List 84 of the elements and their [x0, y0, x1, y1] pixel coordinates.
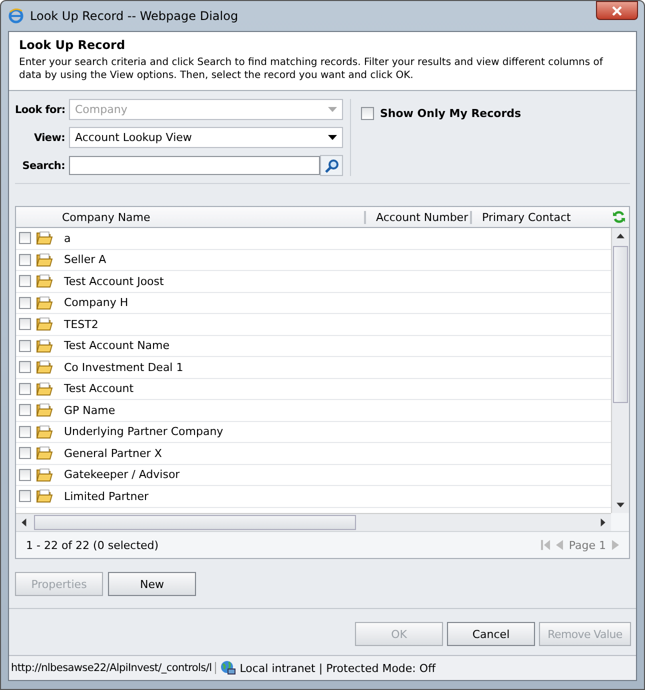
company-name-cell: Company H	[64, 296, 128, 310]
folder-icon	[36, 252, 53, 267]
folder-icon	[36, 274, 53, 288]
previous-page-icon[interactable]	[556, 540, 563, 550]
column-header[interactable]: Account Number	[366, 210, 472, 224]
window-title: Look Up Record -- Webpage Dialog	[30, 9, 238, 23]
globe-icon	[220, 660, 236, 676]
search-button[interactable]	[320, 155, 343, 176]
row-checkbox[interactable]	[19, 382, 31, 395]
close-button[interactable]	[596, 1, 638, 20]
company-name-cell: GP Name	[64, 404, 116, 417]
company-name-cell: Limited Partner	[64, 490, 148, 503]
row-checkbox[interactable]	[19, 275, 31, 288]
page-indicator: Page 1	[568, 538, 606, 552]
company-name-cell: General Partner X	[64, 446, 162, 460]
company-name-cell: Test Account	[64, 382, 134, 396]
record-row[interactable]: General Partner X	[16, 443, 611, 464]
row-checkbox[interactable]	[19, 254, 31, 266]
company-name-cell: Test Account Joost	[64, 274, 164, 288]
row-checkbox[interactable]	[19, 318, 31, 330]
record-row[interactable]: Company H	[16, 292, 611, 314]
folder-icon	[36, 446, 53, 460]
company-name-cell: Test Account Name	[64, 339, 170, 352]
folder-icon	[36, 360, 53, 374]
browser-icon	[8, 8, 24, 24]
record-row[interactable]: Limited Partner	[16, 486, 611, 508]
company-name-cell: Co Investment Deal 1	[64, 360, 184, 374]
row-checkbox[interactable]	[19, 447, 31, 460]
row-checkbox[interactable]	[19, 340, 31, 352]
view-dropdown[interactable]: Account Lookup View	[69, 127, 343, 148]
record-count: 1 - 22 of 22 (0 selected)	[26, 538, 159, 552]
show-only-my-records-label: Show Only My Records	[380, 107, 522, 120]
record-row[interactable]: Test Account	[16, 378, 611, 400]
row-checkbox[interactable]	[19, 361, 31, 374]
first-page-icon[interactable]	[540, 540, 550, 550]
company-name-cell: Gatekeeper / Advisor	[64, 468, 180, 482]
folder-icon	[36, 468, 53, 482]
horizontal-scrollbar[interactable]	[16, 513, 611, 531]
folder-icon	[36, 382, 53, 396]
dialog-button[interactable]: Cancel	[447, 622, 535, 646]
next-page-icon[interactable]	[612, 540, 619, 550]
checkbox[interactable]	[361, 107, 374, 120]
view-label: View:	[32, 132, 65, 144]
folder-icon	[36, 489, 53, 504]
folder-icon	[36, 296, 53, 310]
status-url: http://nlbesawse22/AlpiInvest/_controls/l	[11, 662, 216, 674]
company-name-cell: a	[64, 232, 71, 245]
record-row[interactable]: a	[16, 228, 611, 250]
company-name-cell: Seller A	[64, 253, 106, 266]
look-for-label: Look for:	[15, 104, 65, 116]
refresh-icon[interactable]	[612, 210, 626, 224]
row-checkbox[interactable]	[19, 426, 31, 438]
caret-icon	[328, 107, 337, 112]
row-checkbox[interactable]	[19, 296, 31, 309]
record-row[interactable]: Gatekeeper / Advisor	[16, 464, 611, 486]
search-field[interactable]	[69, 156, 320, 175]
record-row[interactable]: GP Name	[16, 400, 611, 422]
action-button[interactable]: New	[108, 572, 196, 596]
row-checkbox[interactable]	[19, 468, 31, 481]
record-row[interactable]: TEST2	[16, 314, 611, 336]
folder-icon	[36, 338, 53, 353]
dialog-title: Look Up Record	[19, 38, 126, 52]
close-icon[interactable]	[612, 6, 622, 16]
caret-icon	[328, 135, 337, 140]
folder-icon	[36, 231, 53, 246]
folder-icon	[36, 317, 53, 332]
folder-icon	[36, 403, 53, 418]
column-header[interactable]: Primary Contact	[472, 210, 571, 224]
record-row[interactable]: Seller A	[16, 250, 611, 271]
row-checkbox[interactable]	[19, 490, 31, 502]
company-name-cell: Underlying Partner Company	[64, 425, 224, 438]
record-row[interactable]: Underlying Partner Company	[16, 422, 611, 443]
company-name-cell: TEST2	[64, 318, 98, 331]
search-label: Search:	[21, 160, 65, 172]
vertical-scrollbar[interactable]	[611, 228, 629, 513]
record-row[interactable]: Test Account Joost	[16, 271, 611, 292]
record-row[interactable]: Test Account Name	[16, 336, 611, 357]
dialog-description: Enter your search criteria and click Search to find matching records. Filter your results and view different columns of data by using the View options. Then, select the record you want and click OK.	[19, 56, 604, 82]
row-checkbox[interactable]	[19, 232, 31, 244]
record-row[interactable]: Co Investment Deal 1	[16, 357, 611, 378]
row-checkbox[interactable]	[19, 404, 31, 416]
column-header[interactable]: Company Name	[56, 210, 366, 224]
folder-icon	[36, 424, 53, 439]
security-zone: Local intranet | Protected Mode: Off	[240, 662, 436, 674]
